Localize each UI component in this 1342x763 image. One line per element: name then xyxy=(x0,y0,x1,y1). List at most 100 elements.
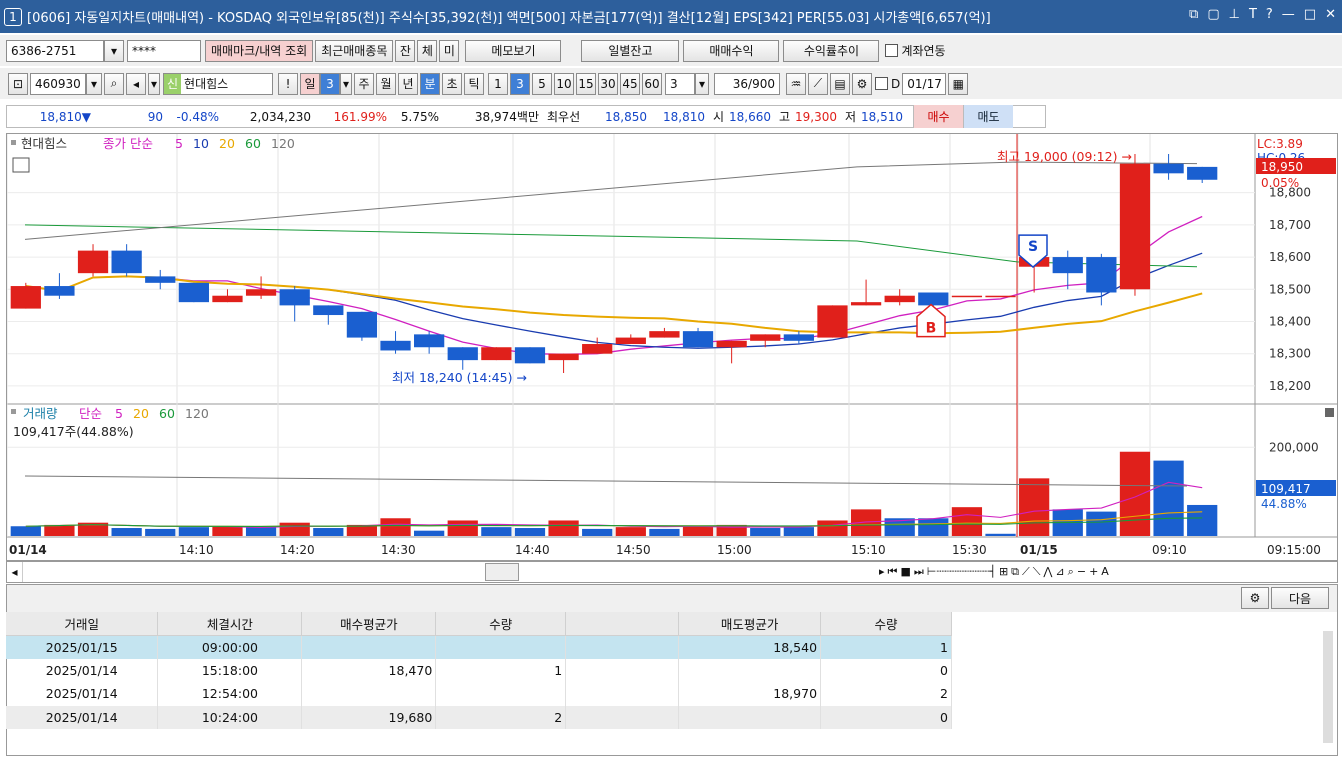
help-icon[interactable]: ? xyxy=(1266,7,1273,22)
period-year-button[interactable]: 년 xyxy=(398,72,418,95)
forward-icon[interactable]: ⏭ xyxy=(914,565,924,579)
font-icon[interactable]: T xyxy=(1249,7,1257,22)
high-price: 19,300 xyxy=(795,109,837,124)
stock-code-input[interactable]: 460930 xyxy=(30,72,86,95)
grid-icon[interactable]: ⊞ xyxy=(999,565,1008,579)
zoom-slider[interactable]: ⊢┈┈┈┈┈┈┈┈┤ xyxy=(927,565,996,579)
save-icon[interactable]: ▤ xyxy=(830,72,850,95)
sound-icon[interactable]: ◂ xyxy=(126,72,146,95)
search-icon[interactable]: ⌕ xyxy=(104,72,124,95)
wave-icon[interactable]: ⋀ xyxy=(1043,565,1052,579)
warning-icon[interactable]: ! xyxy=(278,72,298,95)
copy-icon[interactable]: ⧉ xyxy=(1011,565,1019,579)
minute-10-button[interactable]: 10 xyxy=(554,72,574,95)
date-input[interactable]: 01/17 xyxy=(902,72,947,95)
interval-count-input[interactable]: 3 xyxy=(665,72,695,95)
unfilled-button[interactable]: 미 xyxy=(439,39,460,62)
table-row[interactable]: 2025/01/14 15:18:00 18,470 1 0 xyxy=(6,658,952,682)
scroll-thumb[interactable] xyxy=(485,563,519,581)
trade-profit-button[interactable]: 매매수익 xyxy=(683,39,780,62)
pin-icon[interactable]: ⊥ xyxy=(1229,7,1240,22)
col-fill-time[interactable]: 체결시간 xyxy=(157,612,303,636)
ma120-line xyxy=(24,161,1198,240)
buy-button[interactable]: 매수 xyxy=(913,105,963,128)
ruler-icon[interactable]: ⊿ xyxy=(1055,565,1064,579)
period-month-button[interactable]: 월 xyxy=(376,72,396,95)
col-sell-qty[interactable]: 수량 xyxy=(820,612,952,636)
password-field[interactable]: **** xyxy=(127,39,201,62)
col-buy-avg[interactable]: 매수평균가 xyxy=(301,612,437,636)
account-link-checkbox[interactable] xyxy=(885,44,899,57)
table-scrollbar[interactable] xyxy=(1323,631,1333,743)
play-icon[interactable]: ▸ xyxy=(879,565,885,579)
col-sell-avg[interactable]: 매도평균가 xyxy=(678,612,822,636)
scroll-left-icon[interactable]: ◂ xyxy=(7,562,23,582)
period-week-button[interactable]: 주 xyxy=(354,72,374,95)
trend-icon[interactable]: ⟍ xyxy=(1033,565,1041,579)
sell-button[interactable]: 매도 xyxy=(963,105,1013,128)
cell-buy-avg xyxy=(301,635,437,659)
draw-icon[interactable]: ⟋ xyxy=(1022,565,1030,579)
period-second-button[interactable]: 초 xyxy=(442,72,462,95)
gear-icon[interactable]: ⚙ xyxy=(852,72,872,95)
stop-icon[interactable]: ■ xyxy=(900,565,910,579)
chart-settings-icon[interactable]: ⊡ xyxy=(8,72,28,95)
minute-45-button[interactable]: 45 xyxy=(620,72,640,95)
minimize-icon[interactable]: — xyxy=(1282,7,1295,22)
volume-bar xyxy=(212,526,243,536)
filled-button[interactable]: 체 xyxy=(417,39,438,62)
sound-dropdown-icon[interactable]: ▾ xyxy=(148,72,160,95)
code-dropdown-icon[interactable]: ▾ xyxy=(86,72,102,95)
plus-icon[interactable]: + xyxy=(1089,565,1098,579)
candle-type-icon[interactable]: ♒ xyxy=(786,72,806,95)
chart-area[interactable]: 18,800 18,700 18,600 18,500 18,400 18,300 18,2… xyxy=(6,133,1338,561)
x-tick-label: 01/14 xyxy=(9,543,47,557)
memo-button[interactable]: 메모보기 xyxy=(465,39,562,62)
next-button[interactable]: 다음 xyxy=(1271,587,1329,609)
col-buy-qty[interactable]: 수량 xyxy=(435,612,567,636)
account-select[interactable]: 6386-2751 xyxy=(6,39,104,62)
recent-trades-button[interactable]: 최근매매종목 xyxy=(315,39,394,62)
panel-close-icon xyxy=(1325,408,1334,417)
minute-5-button[interactable]: 5 xyxy=(532,72,552,95)
table-row[interactable]: 2025/01/15 09:00:00 18,540 1 xyxy=(6,635,952,659)
period-dropdown-icon[interactable]: ▾ xyxy=(340,72,352,95)
calendar-icon[interactable]: ▦ xyxy=(948,72,969,95)
minute-3-button[interactable]: 3 xyxy=(510,72,530,95)
trade-mark-query-button[interactable]: 매매마크/내역 조회 xyxy=(205,39,314,62)
minute-15-button[interactable]: 15 xyxy=(576,72,596,95)
zoom-icon[interactable]: ⌕ xyxy=(1068,565,1074,579)
date-checkbox[interactable] xyxy=(875,77,888,90)
profit-rate-button[interactable]: 수익률추이 xyxy=(783,39,880,62)
bid-price: 18,810 xyxy=(663,109,705,124)
close-icon[interactable]: ✕ xyxy=(1325,7,1336,22)
minute-1-button[interactable]: 1 xyxy=(488,72,508,95)
table-row[interactable]: 2025/01/14 12:54:00 18,970 2 xyxy=(6,682,952,706)
price-volume-chart[interactable]: 18,80018,70018,60018,50018,40018,30018,2… xyxy=(7,134,1337,560)
minus-icon[interactable]: − xyxy=(1077,565,1086,579)
minute-30-button[interactable]: 30 xyxy=(598,72,618,95)
rewind-icon[interactable]: ⏮ xyxy=(888,565,898,579)
interval-dropdown-icon[interactable]: ▾ xyxy=(695,72,709,95)
stock-name-box[interactable]: 신 현대힘스 xyxy=(163,72,273,95)
line-type-icon[interactable]: ⟋ xyxy=(808,72,828,95)
volume-bar xyxy=(514,528,546,536)
restore-icon[interactable]: ▢ xyxy=(1207,7,1219,22)
view-count-input[interactable]: 36/900 xyxy=(714,72,780,95)
candle-body xyxy=(817,305,848,338)
period-day-count[interactable]: 3 xyxy=(320,72,340,95)
account-dropdown-icon[interactable]: ▾ xyxy=(104,39,124,62)
link-icon[interactable]: ⧉ xyxy=(1189,7,1198,22)
period-tick-button[interactable]: 틱 xyxy=(464,72,484,95)
minute-60-button[interactable]: 60 xyxy=(642,72,662,95)
col-trade-date[interactable]: 거래일 xyxy=(6,612,159,636)
cell-blank xyxy=(565,705,680,729)
period-minute-button[interactable]: 분 xyxy=(420,72,440,95)
panel-settings-gear-icon[interactable]: ⚙ xyxy=(1241,587,1269,609)
text-icon[interactable]: A xyxy=(1101,565,1109,579)
maximize-icon[interactable]: □ xyxy=(1304,7,1316,22)
table-row[interactable]: 2025/01/14 10:24:00 19,680 2 0 xyxy=(6,705,952,729)
daily-balance-button[interactable]: 일별잔고 xyxy=(581,39,680,62)
period-day-button[interactable]: 일 xyxy=(300,72,320,95)
balance-button[interactable]: 잔 xyxy=(395,39,416,62)
